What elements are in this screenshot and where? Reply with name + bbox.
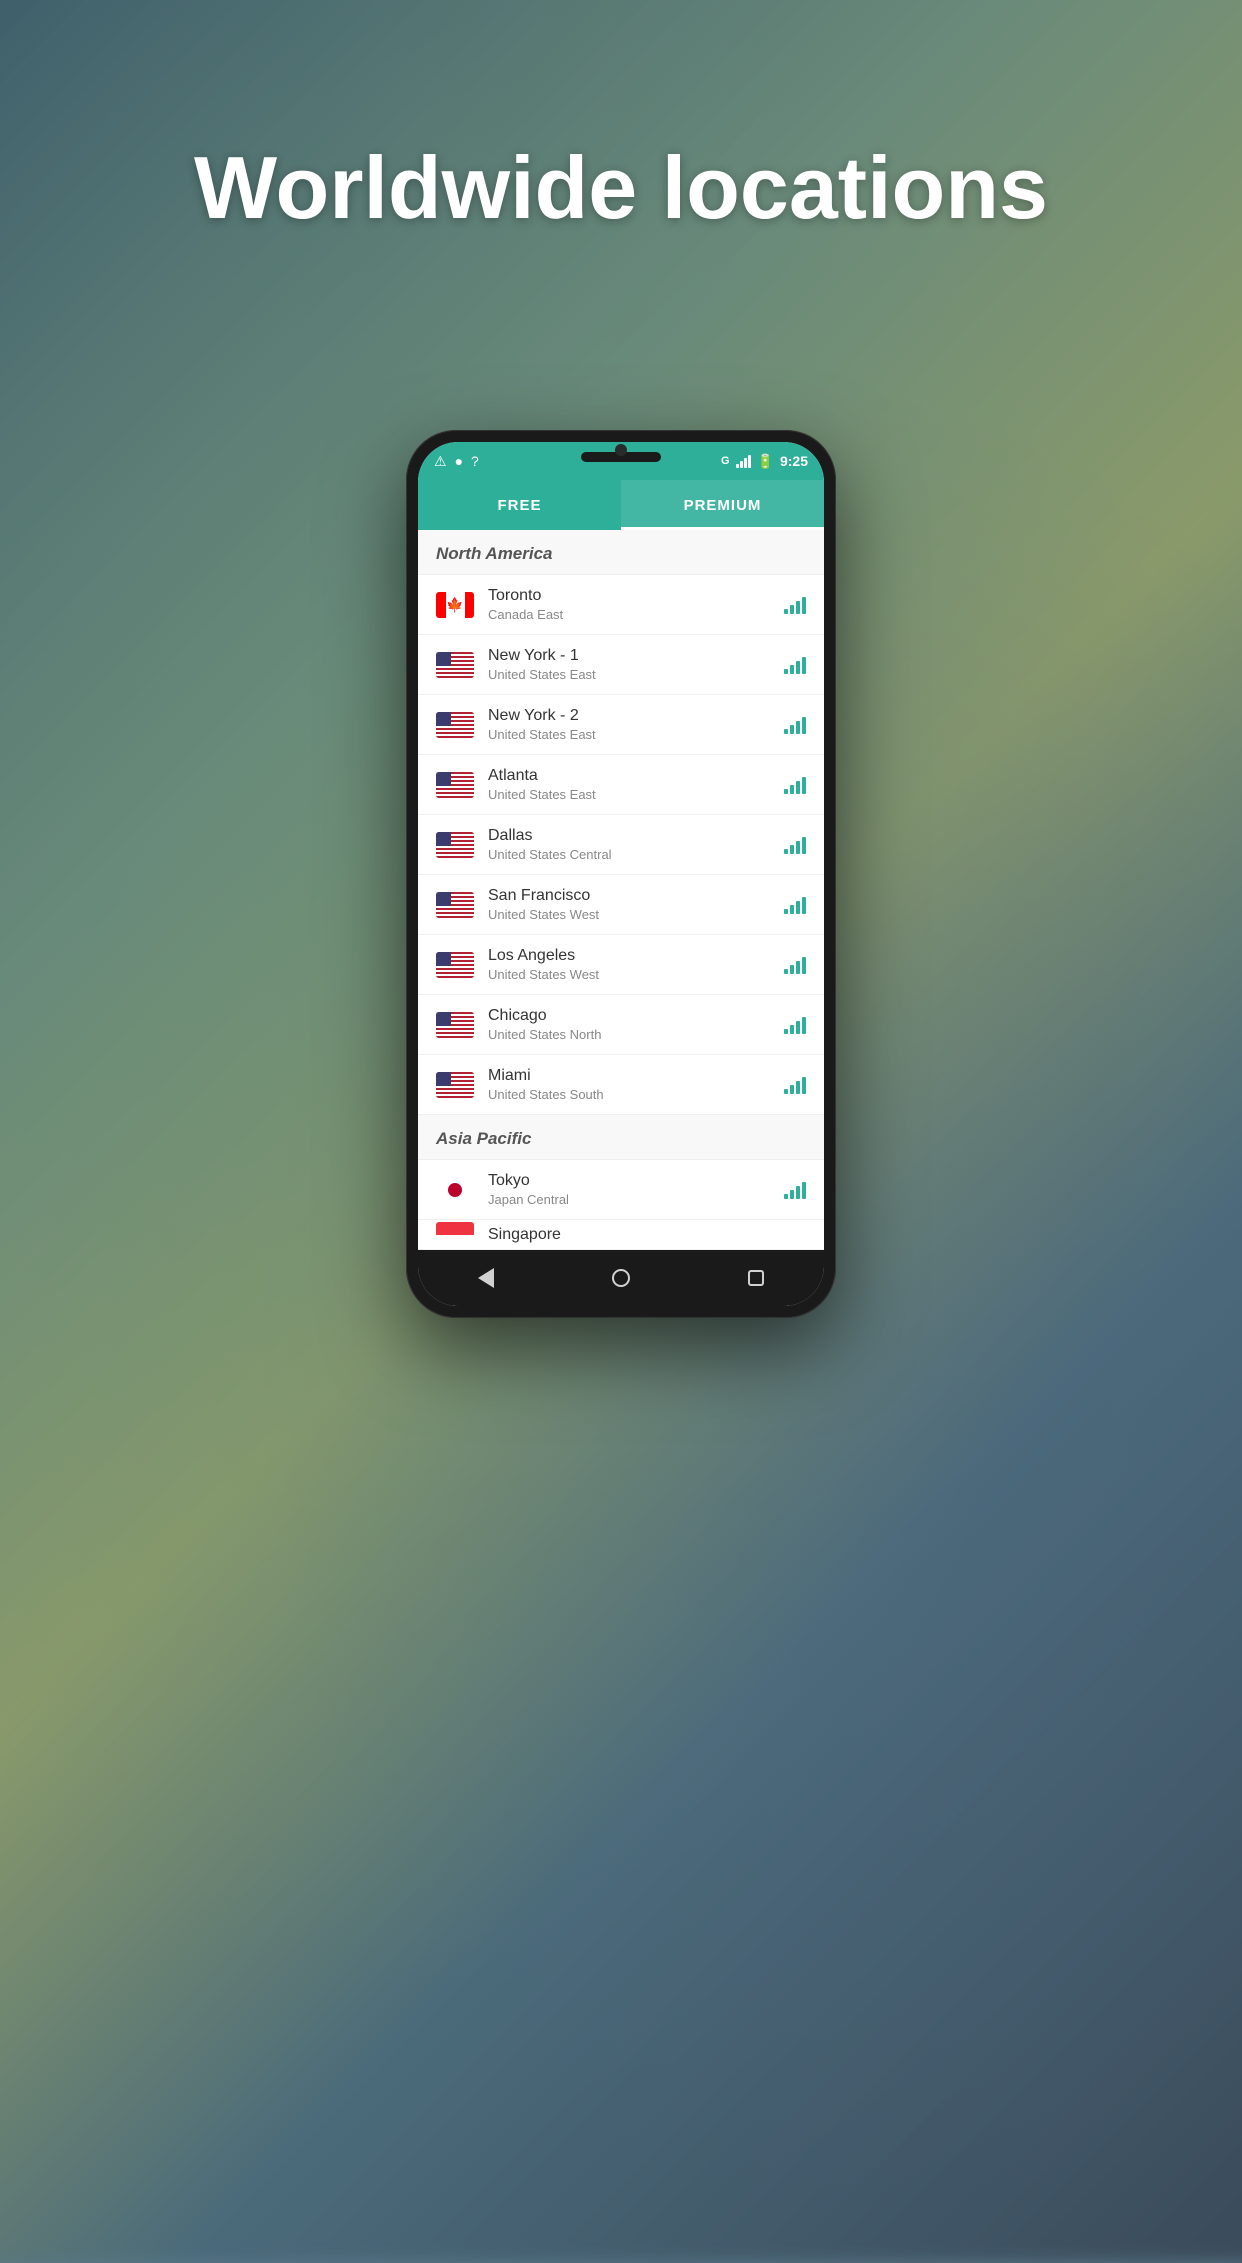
signal-bar-4 — [748, 455, 751, 468]
list-item[interactable]: 🍁 Toronto Canada East — [418, 575, 824, 635]
location-singapore-name: Singapore — [488, 1226, 806, 1244]
recent-button[interactable] — [736, 1258, 776, 1298]
location-tokyo-info: Tokyo Japan Central — [488, 1172, 770, 1207]
phone-body: ⚠ ● ? G 🔋 9:25 — [406, 430, 836, 1318]
signal-strength — [736, 454, 751, 468]
flag-us-atlanta — [436, 772, 474, 798]
flag-us-miami — [436, 1072, 474, 1098]
signal-bar-3 — [744, 458, 747, 468]
flag-us-ny2 — [436, 712, 474, 738]
flag-canada: 🍁 — [436, 592, 474, 618]
signal-tokyo — [784, 1181, 806, 1199]
flag-us-dallas — [436, 832, 474, 858]
home-button[interactable] — [601, 1258, 641, 1298]
location-chicago-info: Chicago United States North — [488, 1007, 770, 1042]
flag-us-ny1 — [436, 652, 474, 678]
tab-free[interactable]: FREE — [418, 480, 621, 530]
signal-la — [784, 956, 806, 974]
location-miami-detail: United States South — [488, 1087, 770, 1102]
back-button[interactable] — [466, 1258, 506, 1298]
list-item[interactable]: Dallas United States Central — [418, 815, 824, 875]
status-right-icons: G 🔋 9:25 — [721, 453, 808, 470]
list-item[interactable]: Atlanta United States East — [418, 755, 824, 815]
location-miami-name: Miami — [488, 1067, 770, 1085]
location-miami-info: Miami United States South — [488, 1067, 770, 1102]
circle-icon: ● — [455, 453, 463, 469]
list-item[interactable]: New York - 1 United States East — [418, 635, 824, 695]
location-chicago-detail: United States North — [488, 1027, 770, 1042]
signal-atlanta — [784, 776, 806, 794]
flag-us-sf — [436, 892, 474, 918]
flag-us-chicago — [436, 1012, 474, 1038]
phone-camera — [615, 444, 627, 456]
back-icon — [478, 1268, 494, 1288]
home-icon — [612, 1269, 630, 1287]
location-singapore-info: Singapore — [488, 1226, 806, 1244]
location-ny1-detail: United States East — [488, 667, 770, 682]
list-item[interactable]: San Francisco United States West — [418, 875, 824, 935]
location-toronto-name: Toronto — [488, 587, 770, 605]
location-atlanta-detail: United States East — [488, 787, 770, 802]
location-atlanta-info: Atlanta United States East — [488, 767, 770, 802]
location-sf-detail: United States West — [488, 907, 770, 922]
signal-bar-1 — [736, 464, 739, 468]
location-toronto-detail: Canada East — [488, 607, 770, 622]
location-sf-name: San Francisco — [488, 887, 770, 905]
flag-us-la — [436, 952, 474, 978]
list-item[interactable]: Los Angeles United States West — [418, 935, 824, 995]
location-tokyo-name: Tokyo — [488, 1172, 770, 1190]
phone-screen: ⚠ ● ? G 🔋 9:25 — [418, 442, 824, 1306]
tab-bar: FREE PREMIUM — [418, 480, 824, 530]
location-dallas-name: Dallas — [488, 827, 770, 845]
location-la-name: Los Angeles — [488, 947, 770, 965]
location-atlanta-name: Atlanta — [488, 767, 770, 785]
section-asia-pacific: Asia Pacific — [418, 1115, 824, 1160]
location-toronto-info: Toronto Canada East — [488, 587, 770, 622]
bottom-nav — [418, 1250, 824, 1306]
wifi-icon: ? — [471, 453, 479, 469]
flag-japan — [436, 1177, 474, 1203]
location-la-info: Los Angeles United States West — [488, 947, 770, 982]
location-dallas-detail: United States Central — [488, 847, 770, 862]
content-area: North America 🍁 Toronto Canada East — [418, 530, 824, 1250]
signal-sf — [784, 896, 806, 914]
warning-icon: ⚠ — [434, 453, 447, 470]
location-ny2-info: New York - 2 United States East — [488, 707, 770, 742]
list-item[interactable]: Singapore — [418, 1220, 824, 1250]
signal-toronto — [784, 596, 806, 614]
status-left-icons: ⚠ ● ? — [434, 453, 479, 470]
location-sf-info: San Francisco United States West — [488, 887, 770, 922]
tab-indicator — [621, 527, 824, 530]
list-item[interactable]: New York - 2 United States East — [418, 695, 824, 755]
signal-dallas — [784, 836, 806, 854]
location-tokyo-detail: Japan Central — [488, 1192, 770, 1207]
location-la-detail: United States West — [488, 967, 770, 982]
time-display: 9:25 — [780, 453, 808, 469]
list-item[interactable]: Tokyo Japan Central — [418, 1160, 824, 1220]
signal-chicago — [784, 1016, 806, 1034]
tab-premium[interactable]: PREMIUM — [621, 480, 824, 530]
signal-ny1 — [784, 656, 806, 674]
phone-device: ⚠ ● ? G 🔋 9:25 — [406, 430, 836, 1318]
page-title: Worldwide locations — [0, 140, 1242, 237]
signal-ny2 — [784, 716, 806, 734]
signal-miami — [784, 1076, 806, 1094]
recent-icon — [748, 1270, 764, 1286]
list-item[interactable]: Chicago United States North — [418, 995, 824, 1055]
location-ny2-detail: United States East — [488, 727, 770, 742]
battery-icon: 🔋 — [757, 453, 774, 470]
list-item[interactable]: Miami United States South — [418, 1055, 824, 1115]
flag-singapore — [436, 1222, 474, 1248]
location-ny1-name: New York - 1 — [488, 647, 770, 665]
location-ny2-name: New York - 2 — [488, 707, 770, 725]
location-dallas-info: Dallas United States Central — [488, 827, 770, 862]
signal-bar-2 — [740, 461, 743, 468]
section-north-america: North America — [418, 530, 824, 575]
mobile-data-icon: G — [721, 455, 730, 467]
location-ny1-info: New York - 1 United States East — [488, 647, 770, 682]
location-chicago-name: Chicago — [488, 1007, 770, 1025]
